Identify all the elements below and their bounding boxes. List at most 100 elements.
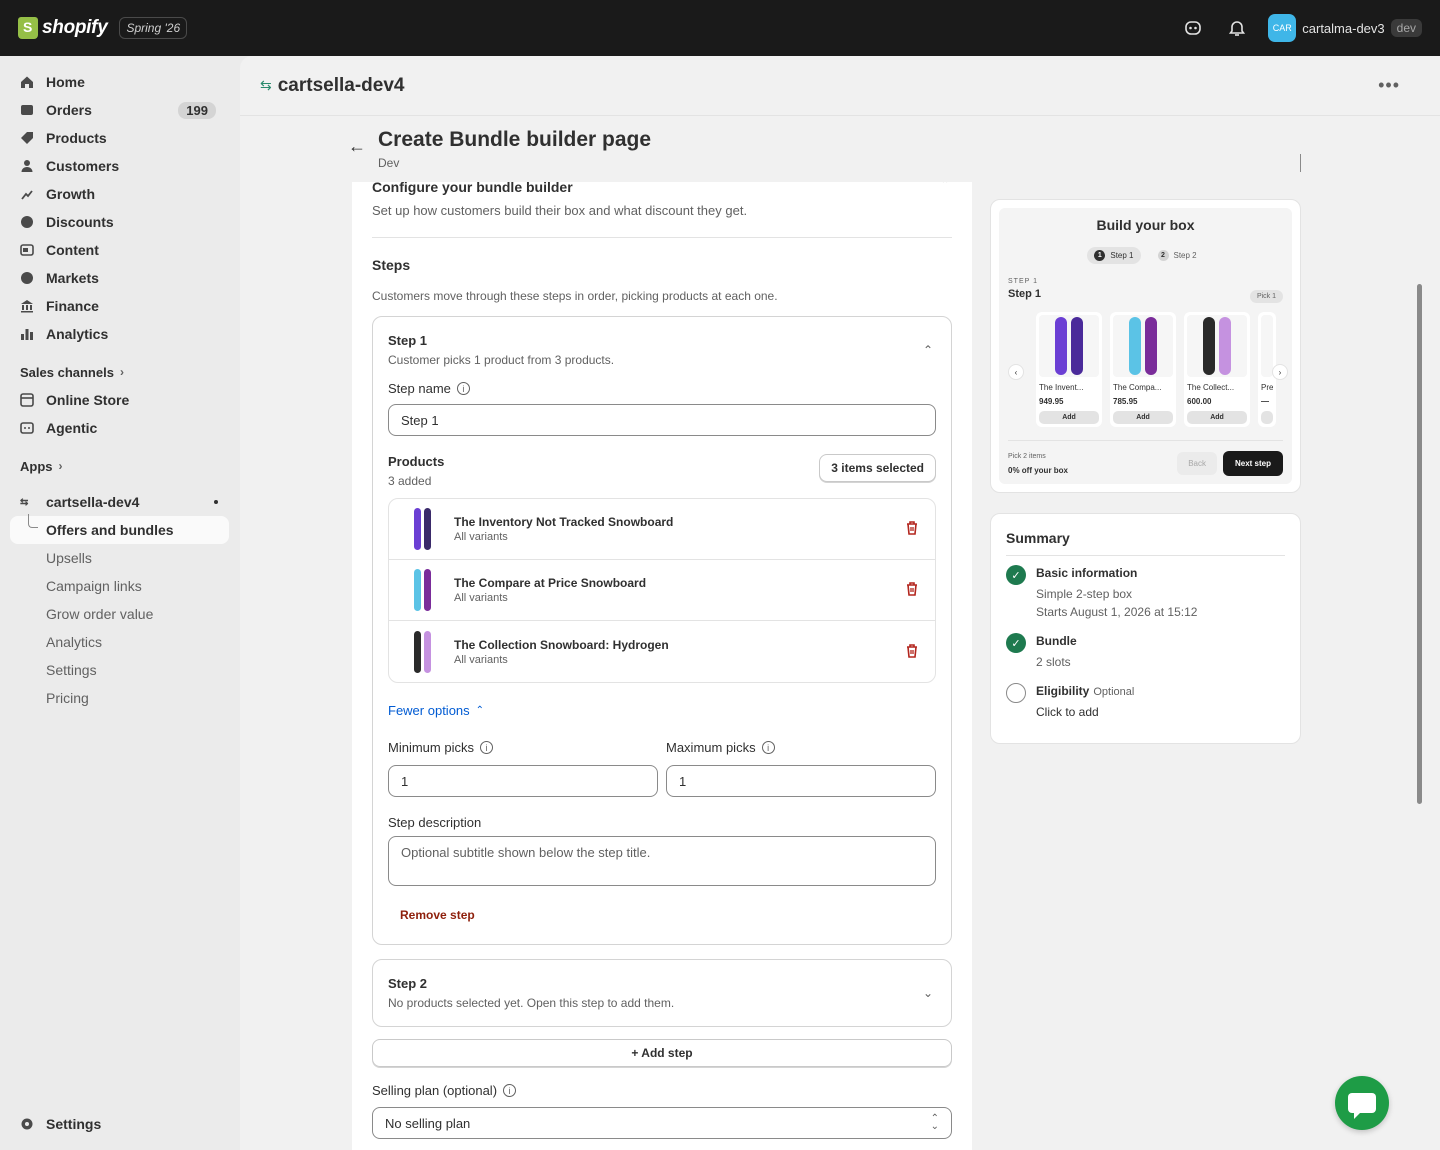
sidebar-item-online-store[interactable]: Online Store: [0, 386, 230, 414]
sidebar-item-agentic[interactable]: Agentic: [0, 414, 230, 442]
chevron-down-icon[interactable]: ⌄: [923, 986, 933, 1000]
growth-icon: [20, 187, 34, 201]
configure-card: Configure your bundle builder ⌃ Set up h…: [352, 182, 972, 1150]
step-1-summary: Customer picks 1 product from 3 products…: [388, 353, 615, 367]
chevron-up-icon[interactable]: ⌃: [923, 343, 933, 357]
step-2-title: Step 2: [388, 976, 428, 991]
step-name-label: Step name i: [388, 381, 936, 396]
chat-bubble-icon: [1348, 1093, 1376, 1119]
remove-step-button[interactable]: Remove step: [400, 908, 936, 944]
step-name-input[interactable]: Step 1: [388, 404, 936, 436]
step-1-title: Step 1: [388, 333, 428, 348]
info-icon[interactable]: i: [456, 382, 470, 395]
sidebar-item-content[interactable]: Content: [0, 236, 230, 264]
sidebar-item-settings[interactable]: Settings: [0, 1110, 230, 1138]
fewer-options-link[interactable]: Fewer options ⌃: [388, 703, 484, 718]
empty-circle-icon: [1006, 683, 1026, 703]
sidebar-item-discounts[interactable]: Discounts: [0, 208, 230, 236]
product-image: [1113, 315, 1173, 377]
step-description-label: Step description: [388, 815, 482, 830]
chevron-left-icon[interactable]: ‹: [1008, 364, 1024, 380]
preview-footer: Pick 2 items 0% off your box Back Next s…: [1008, 440, 1283, 476]
app-header: ⇆ cartsella-dev4 •••: [240, 56, 1440, 116]
chevron-right-icon[interactable]: ›: [1272, 364, 1288, 380]
sidebar-sub-grow-order-value[interactable]: Grow order value: [0, 600, 240, 628]
summary-basic-info[interactable]: ✓ Basic information Simple 2-step box St…: [1006, 565, 1285, 619]
chat-button[interactable]: [1335, 1076, 1389, 1130]
sidebar-item-growth[interactable]: Growth: [0, 180, 230, 208]
main-content: ⇆ cartsella-dev4 ••• ← Create Bundle bui…: [240, 56, 1440, 1150]
add-step-button[interactable]: + Add step: [372, 1039, 952, 1067]
preview-title: Build your box: [1096, 217, 1195, 233]
sidebar-app-cartsella[interactable]: ⇆ cartsella-dev4: [0, 488, 240, 516]
step-2-card[interactable]: Step 2 No products selected yet. Open th…: [372, 959, 952, 1027]
sidebar-item-customers[interactable]: Customers: [0, 152, 230, 180]
steps-heading: Steps: [372, 257, 411, 273]
sidebar-sub-analytics[interactable]: Analytics: [0, 628, 240, 656]
items-selected-button[interactable]: 3 items selected: [819, 454, 936, 482]
product-name: The Compare at Price Snowboard: [454, 576, 647, 590]
info-icon[interactable]: i: [761, 741, 775, 754]
info-icon[interactable]: i: [479, 741, 493, 754]
top-bar: shopify Spring '26 CAR cartalma-dev3 dev: [0, 0, 1440, 56]
cartsella-app-icon: ⇆: [20, 496, 29, 508]
sidebar-item-home[interactable]: Home: [0, 68, 230, 96]
apps-header[interactable]: Apps ›: [0, 452, 240, 480]
eligibility-add-link[interactable]: Click to add: [1036, 705, 1134, 719]
step-description-input[interactable]: Optional subtitle shown below the step t…: [388, 836, 936, 886]
summary-title: Summary: [1006, 530, 1285, 556]
home-icon: [20, 75, 34, 89]
bell-icon[interactable]: [1224, 15, 1250, 41]
preview-back-button[interactable]: Back: [1177, 452, 1217, 475]
configure-description: Set up how customers build their box and…: [372, 203, 748, 218]
summary-card: Summary ✓ Basic information Simple 2-ste…: [990, 513, 1301, 744]
sidebar-sub-upsells[interactable]: Upsells: [0, 544, 240, 572]
selling-plan-select[interactable]: No selling plan ⌃ ⌄: [372, 1107, 952, 1139]
trash-icon[interactable]: [905, 520, 919, 538]
min-picks-label: Minimum picks i: [388, 740, 658, 755]
back-arrow-icon[interactable]: ←: [348, 136, 366, 157]
sidebar-item-orders[interactable]: Orders 199: [0, 96, 230, 124]
sidebar-sub-offers-and-bundles[interactable]: Offers and bundles: [10, 514, 229, 544]
sales-channels-header[interactable]: Sales channels ›: [0, 358, 240, 386]
trash-icon[interactable]: [905, 581, 919, 599]
check-circle-icon: ✓: [1006, 633, 1026, 653]
preview-add-button[interactable]: Add: [1039, 411, 1099, 424]
preview-tab-step-1[interactable]: 1 Step 1: [1087, 247, 1141, 264]
product-name: The Collection Snowboard: Hydrogen: [454, 637, 669, 652]
sidebar-sub-settings[interactable]: Settings: [0, 656, 240, 684]
shopify-logo[interactable]: shopify: [18, 17, 108, 39]
preview-discount: 0% off your box: [1008, 465, 1069, 475]
preview-next-step-button[interactable]: Next step: [1222, 451, 1283, 476]
summary-bundle[interactable]: ✓ Bundle 2 slots: [1006, 633, 1285, 669]
list-item: The Collection Snowboard: Hydrogen All va…: [389, 621, 935, 682]
preview-add-button[interactable]: Add: [1187, 411, 1247, 424]
agentic-icon: [20, 421, 34, 435]
preview-tab-step-2[interactable]: 2 Step 2: [1151, 247, 1204, 264]
configure-title: Configure your bundle builder: [372, 182, 573, 195]
product-name: The Inventory Not Tracked Snowboard: [454, 515, 674, 529]
sidebar-item-markets[interactable]: Markets: [0, 264, 230, 292]
sidebar-sub-campaign-links[interactable]: Campaign links: [0, 572, 240, 600]
product-image: [1261, 315, 1273, 377]
max-picks-input[interactable]: 1: [666, 765, 936, 797]
preview-add-button[interactable]: Add: [1113, 411, 1173, 424]
product-thumbnail: [409, 508, 435, 550]
trash-icon[interactable]: [905, 643, 919, 661]
sidebar-item-finance[interactable]: Finance: [0, 292, 230, 320]
sidebar-item-products[interactable]: Products: [0, 124, 230, 152]
product-thumbnail: [409, 569, 435, 611]
edition-badge[interactable]: Spring '26: [119, 17, 188, 39]
chevron-up-icon[interactable]: ⌃: [940, 182, 950, 191]
more-actions-icon[interactable]: •••: [1378, 75, 1400, 96]
scrollbar[interactable]: [1417, 284, 1422, 804]
tag-icon: [20, 131, 34, 145]
app-title: cartsella-dev4: [277, 74, 405, 96]
sidebar-item-analytics[interactable]: Analytics: [0, 320, 230, 348]
sidebar-sub-pricing[interactable]: Pricing: [0, 684, 240, 712]
min-picks-input[interactable]: 1: [388, 765, 658, 797]
store-switcher[interactable]: CAR cartalma-dev3 dev: [1268, 14, 1422, 42]
summary-eligibility[interactable]: Eligibility Optional Click to add: [1006, 683, 1285, 719]
sidekick-icon[interactable]: [1180, 15, 1206, 41]
info-icon[interactable]: i: [503, 1084, 517, 1097]
